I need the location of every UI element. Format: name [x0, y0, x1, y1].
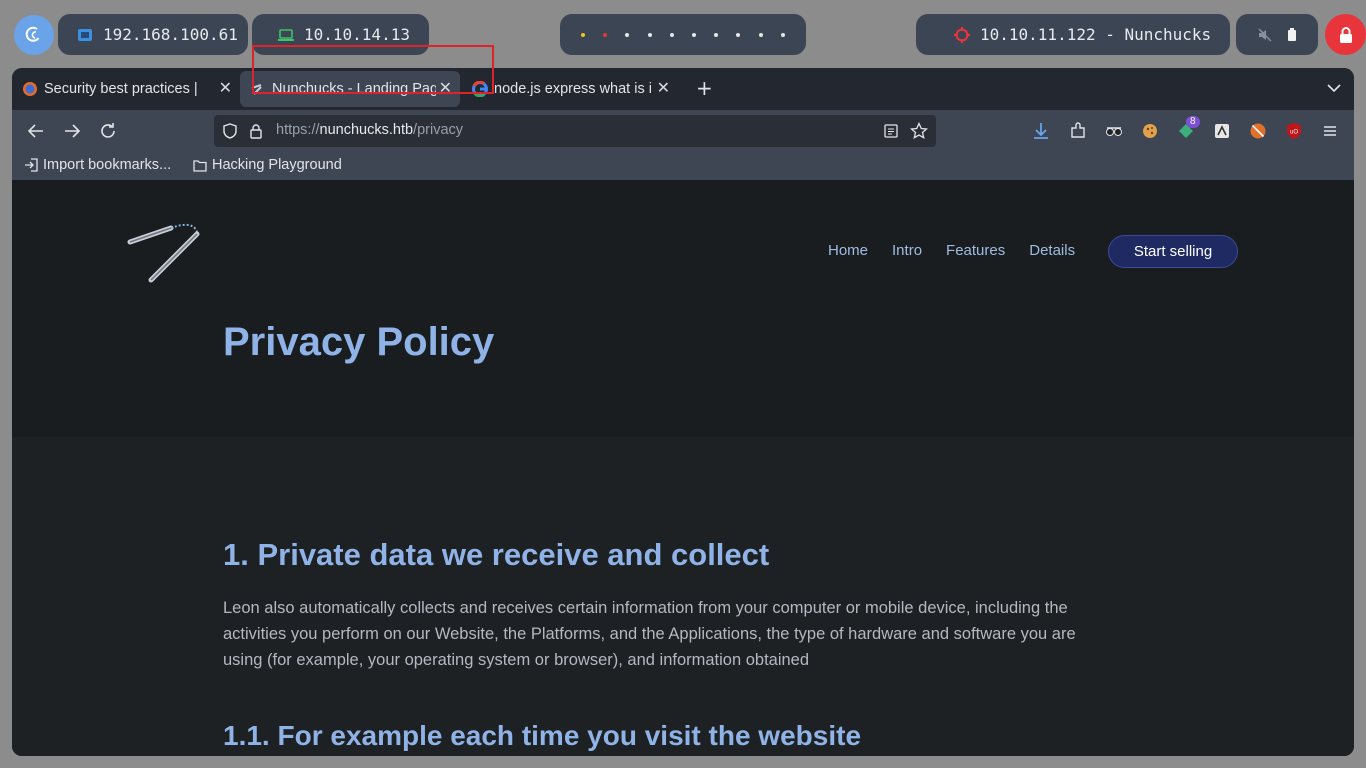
import-icon — [25, 158, 38, 172]
tab-security-best-practices[interactable]: Security best practices | ✕ — [12, 71, 240, 107]
start-selling-button[interactable]: Start selling — [1108, 235, 1238, 268]
list-all-tabs-icon[interactable] — [1326, 80, 1342, 96]
workspace-dot-5[interactable] — [669, 32, 674, 37]
workspace-dot-7[interactable] — [714, 32, 719, 37]
tab-title: Security best practices | — [44, 81, 198, 97]
workspace-dot-8[interactable] — [736, 32, 741, 37]
foxyproxy-extension-icon[interactable] — [1248, 121, 1268, 141]
url-text[interactable]: https://nunchucks.htb/privacy — [276, 122, 463, 138]
url-host: nunchucks.htb — [319, 122, 414, 138]
close-icon[interactable]: ✕ — [657, 80, 670, 98]
url-scheme: https:// — [276, 122, 320, 138]
lock-screen-button[interactable] — [1325, 14, 1366, 55]
section-paragraph: Leon also automatically collects and rec… — [223, 599, 1076, 669]
reload-icon[interactable] — [98, 121, 118, 141]
workspace-dot-2[interactable] — [603, 32, 608, 37]
user-agent-extension-icon[interactable] — [1212, 121, 1232, 141]
page-header: Home Intro Features Details Start sellin… — [12, 180, 1354, 437]
tray-pill[interactable] — [1236, 14, 1318, 55]
workspace-dot-1[interactable] — [581, 32, 586, 37]
back-icon[interactable] — [26, 121, 46, 141]
target-pill[interactable]: 10.10.11.122 - Nunchucks — [916, 14, 1230, 55]
network-icon — [78, 28, 92, 41]
bookmark-label: Hacking Playground — [212, 157, 342, 173]
folder-icon — [193, 159, 207, 172]
nav-link-intro[interactable]: Intro — [892, 242, 922, 259]
battery-icon[interactable] — [1287, 27, 1297, 42]
section-heading: 1. Private data we receive and collect — [223, 537, 770, 572]
nav-link-features[interactable]: Features — [946, 242, 1005, 259]
workspace-dot-6[interactable] — [692, 32, 697, 37]
bookmark-star-icon[interactable] — [910, 122, 928, 140]
target-text: 10.10.11.122 - Nunchucks — [980, 25, 1212, 44]
workspace-dot-4[interactable] — [647, 32, 652, 37]
workspace-switcher[interactable] — [560, 14, 806, 55]
url-highlight-annotation — [252, 45, 494, 94]
navigation-toolbar: https://nunchucks.htb/privacy 8 uO — [12, 110, 1354, 152]
target-icon — [954, 26, 970, 43]
local-ip-pill[interactable]: 192.168.100.61 — [58, 14, 248, 55]
cookie-extension-icon[interactable] — [1140, 121, 1160, 141]
nav-link-details[interactable]: Details — [1029, 242, 1075, 259]
workspace-dot-10[interactable] — [780, 32, 785, 37]
import-bookmarks-item[interactable]: Import bookmarks... — [24, 157, 171, 173]
lock-icon[interactable] — [248, 123, 264, 139]
debian-menu-icon[interactable] — [14, 15, 54, 55]
tab-nodejs-express[interactable]: node.js express what is i ✕ — [462, 71, 678, 107]
tab-bar: Security best practices | ✕ Nunchucks - … — [12, 68, 1354, 110]
mute-icon[interactable] — [1257, 27, 1272, 42]
browser-window: Security best practices | ✕ Nunchucks - … — [12, 68, 1354, 756]
local-ip-text: 192.168.100.61 — [103, 25, 238, 44]
shield-icon[interactable] — [222, 123, 238, 139]
firefox-icon — [23, 82, 37, 96]
workspace-dot-9[interactable] — [758, 32, 763, 37]
vpn-ip-text: 10.10.14.13 — [304, 25, 410, 44]
bookmark-label: Import bookmarks... — [43, 157, 172, 173]
address-bar[interactable]: https://nunchucks.htb/privacy — [214, 115, 936, 147]
laptop-icon — [278, 28, 294, 41]
lock-icon — [1339, 26, 1352, 43]
subsection-heading: 1.1. For example each time you visit the… — [223, 720, 862, 751]
spy-glasses-extension-icon[interactable] — [1104, 121, 1124, 141]
web-page: Home Intro Features Details Start sellin… — [12, 180, 1354, 756]
site-navigation: Home Intro Features Details — [828, 242, 1099, 259]
ublock-origin-icon[interactable]: uO — [1284, 121, 1304, 141]
extension-badge: 8 — [1186, 116, 1200, 128]
forward-icon[interactable] — [62, 121, 82, 141]
url-path: /privacy — [413, 122, 464, 138]
close-icon[interactable]: ✕ — [219, 80, 232, 98]
policy-content: 1. Private data we receive and collect L… — [12, 437, 1354, 756]
nunchucks-logo-icon[interactable] — [127, 220, 205, 284]
tab-title: node.js express what is i — [494, 81, 652, 97]
system-bar: 192.168.100.61 10.10.14.13 10.10.11.122 … — [0, 0, 1366, 68]
nav-link-home[interactable]: Home — [828, 242, 868, 259]
new-tab-button[interactable]: + — [696, 77, 713, 99]
extensions-icon[interactable] — [1068, 121, 1088, 141]
hamburger-menu-icon[interactable] — [1320, 121, 1340, 141]
page-title: Privacy Policy — [223, 320, 495, 364]
hacking-playground-folder[interactable]: Hacking Playground — [193, 157, 342, 173]
reader-view-icon[interactable] — [884, 124, 898, 138]
svg-text:uO: uO — [1290, 130, 1298, 136]
bookmarks-toolbar: Import bookmarks... Hacking Playground — [12, 152, 1354, 180]
downloads-icon[interactable] — [1031, 121, 1051, 141]
workspace-dot-3[interactable] — [625, 32, 630, 37]
